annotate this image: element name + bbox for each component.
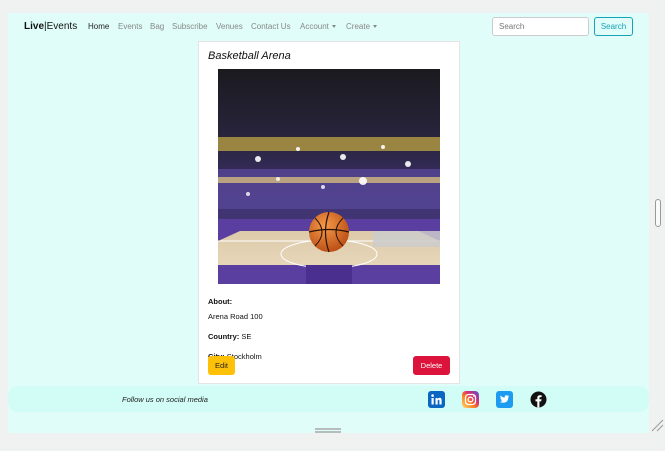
edit-button[interactable]: Edit bbox=[208, 356, 235, 375]
country-value: SE bbox=[241, 332, 252, 341]
about-value: Arena Road 100 bbox=[208, 312, 263, 321]
navbar: Live|Events Home Events Bag Subscribe Ve… bbox=[8, 13, 649, 41]
chevron-down-icon bbox=[331, 25, 336, 29]
brand-live: Live bbox=[24, 21, 45, 32]
about-label: About: bbox=[208, 297, 233, 306]
nav-create-label: Create bbox=[346, 22, 371, 31]
follow-text: Follow us on social media bbox=[122, 395, 208, 404]
footer: Follow us on social media bbox=[8, 386, 649, 412]
nav-home[interactable]: Home bbox=[88, 22, 109, 31]
search-button[interactable]: Search bbox=[594, 17, 633, 36]
twitter-icon[interactable] bbox=[496, 391, 513, 408]
search-input[interactable] bbox=[492, 17, 589, 36]
nav-create-dropdown[interactable]: Create bbox=[346, 22, 378, 31]
linkedin-icon[interactable] bbox=[428, 391, 445, 408]
facebook-icon[interactable] bbox=[530, 391, 547, 408]
venue-title: Basketball Arena bbox=[208, 50, 291, 62]
page-viewport: Live|Events Home Events Bag Subscribe Ve… bbox=[8, 13, 649, 433]
venue-card: Basketball Arena About: Arena Road 100 C… bbox=[198, 41, 460, 384]
nav-venues[interactable]: Venues bbox=[216, 22, 243, 31]
nav-bag[interactable]: Bag bbox=[150, 22, 164, 31]
chevron-down-icon bbox=[373, 25, 378, 29]
scrollbar-thumb[interactable] bbox=[655, 199, 661, 227]
instagram-icon[interactable] bbox=[462, 391, 479, 408]
nav-events[interactable]: Events bbox=[118, 22, 142, 31]
nav-subscribe[interactable]: Subscribe bbox=[172, 22, 208, 31]
country-field: Country: SE bbox=[208, 332, 251, 341]
nav-contact-us[interactable]: Contact Us bbox=[251, 22, 291, 31]
brand-events: Events bbox=[46, 21, 78, 32]
venue-image bbox=[218, 69, 440, 284]
resize-handle[interactable] bbox=[314, 421, 342, 433]
corner-resize-icon[interactable] bbox=[650, 418, 664, 432]
nav-account-dropdown[interactable]: Account bbox=[300, 22, 336, 31]
image-overlay-artifact bbox=[373, 231, 440, 247]
country-label: Country: bbox=[208, 332, 240, 341]
nav-account-label: Account bbox=[300, 22, 329, 31]
brand-logo[interactable]: Live|Events bbox=[24, 21, 77, 32]
delete-button[interactable]: Delete bbox=[413, 356, 450, 375]
